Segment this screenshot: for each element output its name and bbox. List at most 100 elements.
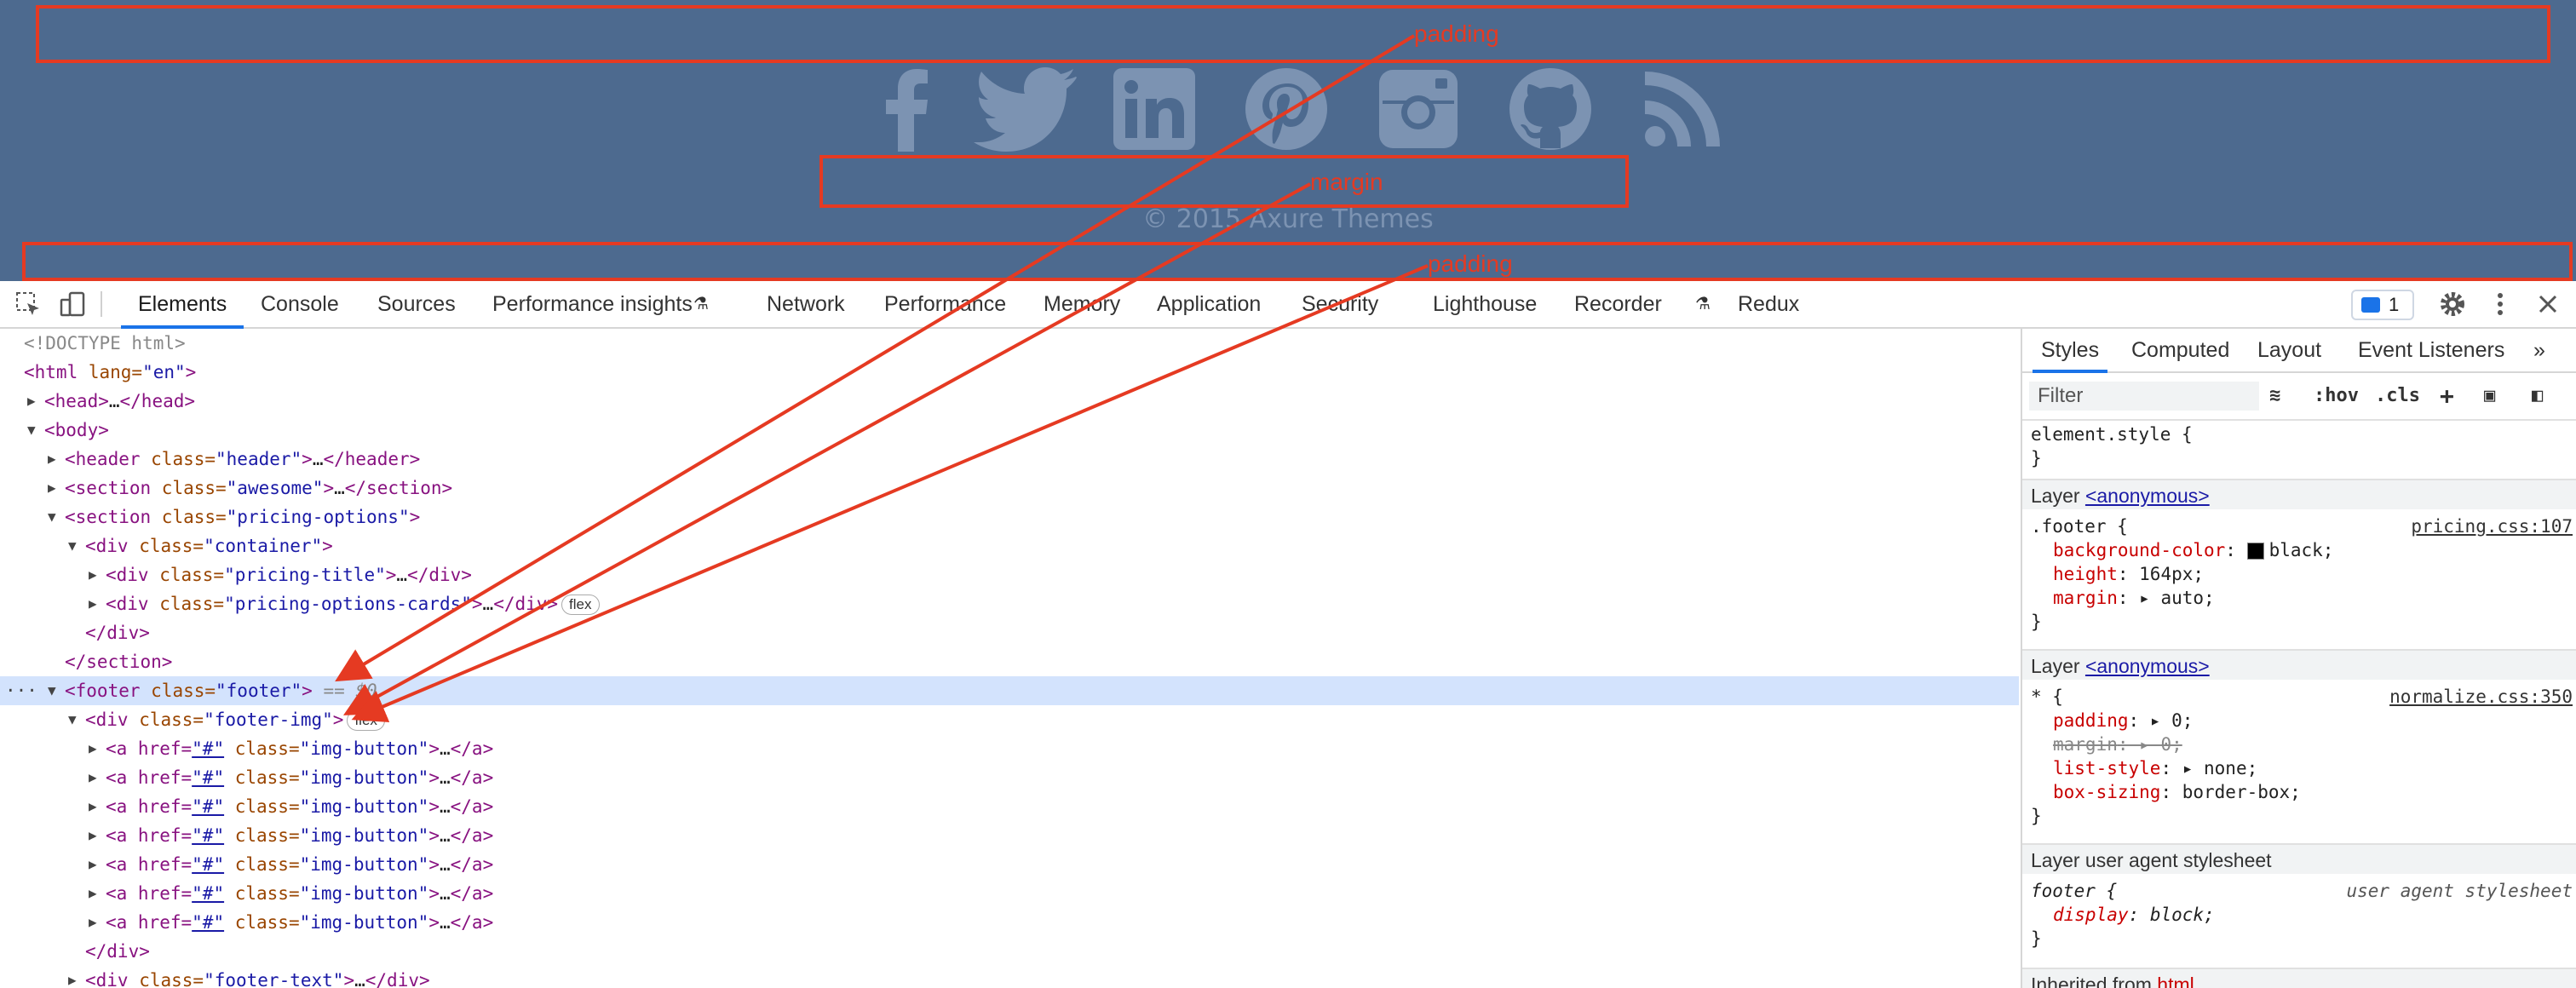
tree-row-img-button[interactable]: ▶ <a href="#" class="img-button">…</a> xyxy=(0,879,2019,908)
caret-right-icon[interactable]: ▶ xyxy=(68,966,82,988)
facebook-icon[interactable] xyxy=(860,66,954,152)
layers-icon[interactable]: ≋ xyxy=(2269,382,2280,411)
tree-row-pricing-cards[interactable]: ▶ <div class="pricing-options-cards">…</… xyxy=(0,589,2019,618)
caret-down-icon[interactable]: ▼ xyxy=(27,416,41,445)
tree-row-header[interactable]: ▶ <header class="header">…</header> xyxy=(0,445,2019,474)
github-icon[interactable] xyxy=(1504,66,1597,152)
layer-anonymous-header: Layer <anonymous> xyxy=(2022,479,2576,509)
class-toggle[interactable]: .cls xyxy=(2375,382,2420,411)
tab-recorder[interactable]: Recorder xyxy=(1574,281,1662,327)
tree-row-close-div[interactable]: </div> xyxy=(0,618,2019,647)
pinterest-icon[interactable] xyxy=(1239,66,1333,152)
tree-row-close-section[interactable]: </section> xyxy=(0,647,2019,676)
tree-row-img-button[interactable]: ▶ <a href="#" class="img-button">…</a> xyxy=(0,821,2019,850)
issues-count: 1 xyxy=(2389,294,2400,315)
caret-right-icon[interactable]: ▶ xyxy=(89,560,102,589)
tab-performance[interactable]: Performance xyxy=(884,281,1006,327)
tab-computed[interactable]: Computed xyxy=(2131,329,2229,371)
styles-filter-input[interactable]: Filter xyxy=(2029,382,2259,411)
tab-lighthouse[interactable]: Lighthouse xyxy=(1433,281,1537,327)
color-swatch[interactable] xyxy=(2246,543,2264,560)
rule-footer-ua: footer { user agent stylesheet display: … xyxy=(2031,881,2573,949)
tree-row-container[interactable]: ▼ <div class="container"> xyxy=(0,531,2019,560)
caret-right-icon[interactable]: ▶ xyxy=(89,821,102,850)
styles-filter-bar: Filter ≋ :hov .cls + ▣ ◧ xyxy=(2022,373,2576,421)
tree-row-footer-text[interactable]: ▶ <div class="footer-text">…</div> xyxy=(0,966,2019,988)
tree-row-footer[interactable]: ··· ▼ <footer class="footer"> == $0 xyxy=(0,676,2019,705)
tab-redux[interactable]: Redux xyxy=(1738,281,1799,327)
tree-row-img-button[interactable]: ▶ <a href="#" class="img-button">…</a> xyxy=(0,734,2019,763)
layer-anonymous-header: Layer <anonymous> xyxy=(2022,649,2576,680)
paint-icon[interactable]: ▣ xyxy=(2484,382,2495,411)
tree-row-section-awesome[interactable]: ▶ <section class="awesome">…</section> xyxy=(0,474,2019,503)
caret-right-icon[interactable]: ▶ xyxy=(48,474,61,503)
chevron-double-right-icon[interactable]: » xyxy=(2533,329,2545,371)
tree-row-body[interactable]: ▼ <body> xyxy=(0,416,2019,445)
padding-annotation-box-bottom xyxy=(22,242,2573,281)
tree-row-img-button[interactable]: ▶ <a href="#" class="img-button">…</a> xyxy=(0,763,2019,792)
tab-security[interactable]: Security xyxy=(1302,281,1378,327)
more-options-icon[interactable] xyxy=(2486,290,2515,319)
tab-memory[interactable]: Memory xyxy=(1044,281,1120,327)
caret-right-icon[interactable]: ▶ xyxy=(89,763,102,792)
tab-application[interactable]: Application xyxy=(1157,281,1261,327)
source-link[interactable]: normalize.css:350 xyxy=(2389,685,2573,709)
margin-annotation-box xyxy=(819,155,1629,208)
instagram-icon[interactable] xyxy=(1371,66,1465,152)
tab-layout[interactable]: Layout xyxy=(2257,329,2321,371)
tree-row-img-button[interactable]: ▶ <a href="#" class="img-button">…</a> xyxy=(0,792,2019,821)
caret-right-icon[interactable]: ▶ xyxy=(89,908,102,937)
tab-network[interactable]: Network xyxy=(767,281,845,327)
layer-user-agent-header: Layer user agent stylesheet xyxy=(2022,843,2576,874)
more-dots-icon[interactable]: ··· xyxy=(5,676,37,705)
tab-styles[interactable]: Styles xyxy=(2032,329,2108,373)
tree-row-head[interactable]: ▶ <head>…</head> xyxy=(0,387,2019,416)
flex-badge[interactable]: flex xyxy=(347,710,385,731)
caret-down-icon[interactable]: ▼ xyxy=(68,705,82,734)
rss-icon[interactable] xyxy=(1636,66,1729,152)
tree-row-img-button[interactable]: ▶ <a href="#" class="img-button">…</a> xyxy=(0,850,2019,879)
linkedin-icon[interactable] xyxy=(1107,66,1201,152)
caret-right-icon[interactable]: ▶ xyxy=(89,850,102,879)
issues-counter-button[interactable]: 1 xyxy=(2351,290,2414,320)
inspect-element-icon[interactable] xyxy=(14,290,43,319)
caret-right-icon[interactable]: ▶ xyxy=(89,879,102,908)
message-icon xyxy=(2361,297,2380,313)
caret-right-icon[interactable]: ▶ xyxy=(89,589,102,618)
caret-down-icon[interactable]: ▼ xyxy=(48,503,61,531)
tree-row-footer-img[interactable]: ▼ <div class="footer-img"> flex xyxy=(0,705,2019,734)
source-link[interactable]: pricing.css:107 xyxy=(2411,514,2573,538)
padding-annotation-label-top: padding xyxy=(1414,20,1499,47)
inherited-from-header: Inherited from html xyxy=(2022,968,2576,988)
twitter-icon[interactable] xyxy=(971,66,1082,152)
tree-row-section-pricing[interactable]: ▼ <section class="pricing-options"> xyxy=(0,503,2019,531)
hover-state-toggle[interactable]: :hov xyxy=(2314,382,2359,411)
tab-console[interactable]: Console xyxy=(261,281,339,327)
tree-row-html[interactable]: <html lang="en"> xyxy=(0,358,2019,387)
margin-annotation-label: margin xyxy=(1310,169,1383,195)
caret-right-icon[interactable]: ▶ xyxy=(89,792,102,821)
tree-row-pricing-title[interactable]: ▶ <div class="pricing-title">…</div> xyxy=(0,560,2019,589)
gear-icon[interactable] xyxy=(2438,290,2467,319)
caret-down-icon[interactable]: ▼ xyxy=(68,531,82,560)
tree-row-img-button[interactable]: ▶ <a href="#" class="img-button">…</a> xyxy=(0,908,2019,937)
close-icon[interactable] xyxy=(2533,290,2562,319)
caret-right-icon[interactable]: ▶ xyxy=(48,445,61,474)
device-toolbar-icon[interactable] xyxy=(58,290,87,319)
styles-pane: Styles Computed Layout Event Listeners »… xyxy=(2021,329,2576,988)
tab-elements[interactable]: Elements xyxy=(120,281,244,329)
new-rule-icon[interactable]: + xyxy=(2440,382,2454,411)
caret-down-icon[interactable]: ▼ xyxy=(48,676,61,705)
caret-right-icon[interactable]: ▶ xyxy=(27,387,41,416)
tree-row-close-div[interactable]: </div> xyxy=(0,937,2019,966)
caret-right-icon[interactable]: ▶ xyxy=(89,734,102,763)
flex-badge[interactable]: flex xyxy=(561,595,600,615)
tree-row-doctype[interactable]: <!DOCTYPE html> xyxy=(0,329,2019,358)
rule-element-style: element.style { } xyxy=(2031,424,2193,468)
elements-tree: <!DOCTYPE html> <html lang="en"> ▶ <head… xyxy=(0,329,2019,988)
tab-sources[interactable]: Sources xyxy=(377,281,456,327)
devtools-tabbar: Elements Console Sources Performance ins… xyxy=(0,281,2576,329)
tab-performance-insights[interactable]: Performance insights xyxy=(492,281,693,327)
tab-event-listeners[interactable]: Event Listeners xyxy=(2358,329,2504,371)
sidebar-toggle-icon[interactable]: ◧ xyxy=(2532,382,2543,411)
